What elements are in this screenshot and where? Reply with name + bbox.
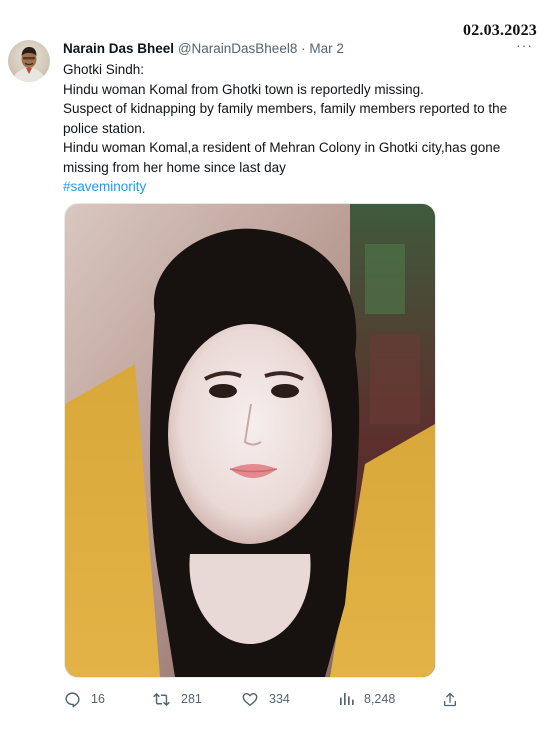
- retweet-icon: [153, 692, 170, 706]
- avatar[interactable]: [8, 40, 50, 82]
- reply-button[interactable]: 16: [64, 688, 105, 710]
- views-button[interactable]: 8,248: [338, 688, 395, 710]
- reply-count: 16: [91, 692, 105, 706]
- header-separator: ·: [301, 41, 306, 56]
- retweet-button[interactable]: 281: [152, 688, 202, 710]
- author-name[interactable]: Narain Das Bheel: [63, 41, 174, 56]
- hashtag-link[interactable]: #saveminority: [63, 177, 535, 197]
- tweet-line: Suspect of kidnapping by family members,…: [63, 101, 508, 136]
- tweet-line: Ghotki Sindh:: [63, 62, 145, 77]
- heart-icon: [242, 692, 258, 706]
- avatar-image: [8, 40, 50, 82]
- reply-icon: [65, 691, 80, 707]
- share-button[interactable]: [442, 688, 458, 710]
- views-chart-icon: [340, 693, 354, 705]
- share-icon: [444, 692, 456, 706]
- tweet-header: Narain Das Bheel @NarainDasBheel8 · Mar …: [63, 40, 535, 58]
- like-count: 334: [269, 692, 290, 706]
- tweet-line: Hindu woman Komal from Ghotki town is re…: [63, 81, 424, 97]
- tweet-timestamp[interactable]: Mar 2: [309, 41, 344, 56]
- tweet-line: Hindu woman Komal,a resident of Mehran C…: [63, 140, 501, 175]
- portrait-image: [65, 204, 435, 677]
- tweet-actions: 16 281 334 8,248: [64, 688, 464, 710]
- author-handle[interactable]: @NarainDasBheel8: [178, 41, 298, 56]
- views-count: 8,248: [364, 692, 396, 706]
- like-button[interactable]: 334: [241, 688, 290, 710]
- tweet-photo[interactable]: [64, 203, 436, 678]
- tweet-text: Ghotki Sindh: Hindu woman Komal from Gho…: [63, 60, 535, 197]
- tweet-content: Narain Das Bheel @NarainDasBheel8 · Mar …: [63, 40, 535, 197]
- retweet-count: 281: [181, 692, 202, 706]
